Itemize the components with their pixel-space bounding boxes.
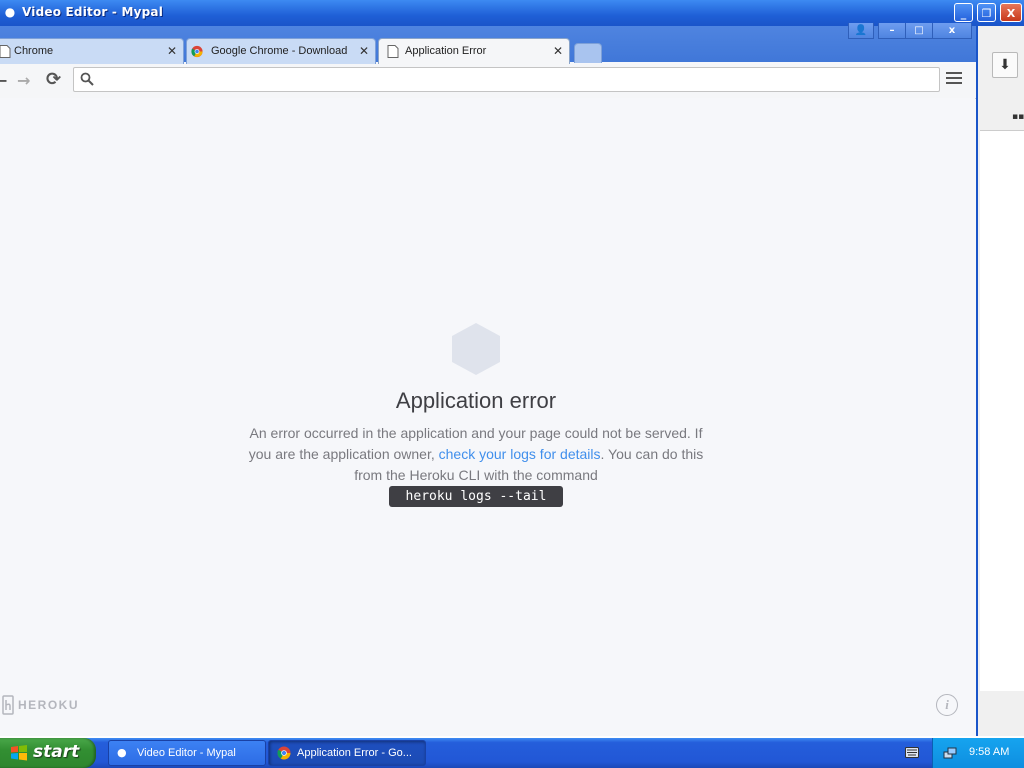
tab-strip: 👤 – □ x Chrome ✕ Google Chrome - Downloa…	[0, 23, 976, 64]
taskbar: start ● Video Editor - Mypal Application…	[0, 738, 1024, 768]
tab-close-icon[interactable]: ✕	[553, 44, 563, 58]
profile-button[interactable]: 👤	[848, 23, 874, 39]
tab-close-icon[interactable]: ✕	[359, 44, 369, 58]
keyboard-icon[interactable]	[905, 747, 919, 758]
cli-command: heroku logs --tail	[389, 486, 563, 507]
tab-application-error[interactable]: Application Error ✕	[378, 38, 570, 64]
tab-label: Google Chrome - Download t	[211, 45, 347, 57]
chrome-minimize-button[interactable]: –	[878, 23, 906, 39]
taskbar-item-label: Application Error - Go...	[297, 747, 412, 759]
logs-link[interactable]: check your logs for details	[439, 446, 601, 462]
window-restore-button[interactable]: ❐	[977, 3, 996, 22]
error-title: Application error	[395, 388, 557, 413]
omnibox[interactable]	[73, 67, 940, 92]
system-tray: 9:58 AM	[932, 738, 1024, 768]
window-title: Video Editor - Mypal	[22, 5, 164, 19]
network-icon[interactable]	[943, 746, 957, 760]
mypal-app-icon: ●	[4, 5, 16, 19]
search-icon	[80, 72, 94, 86]
tab-chrome[interactable]: Chrome ✕	[0, 38, 184, 64]
back-arrow-icon[interactable]: ←	[0, 71, 7, 90]
tab-label: Chrome	[14, 45, 54, 57]
page-icon	[0, 45, 11, 58]
tab-google-chrome-download[interactable]: Google Chrome - Download t ✕	[186, 38, 376, 64]
clock[interactable]: 9:58 AM	[969, 746, 1009, 758]
chrome-maximize-button[interactable]: □	[905, 23, 933, 39]
reload-icon[interactable]: ⟳	[46, 69, 61, 90]
window-close-button[interactable]: X	[1000, 3, 1022, 22]
chrome-close-button[interactable]: x	[932, 23, 972, 39]
chrome-menu-icon[interactable]	[946, 72, 962, 87]
tab-label: Application Error	[405, 45, 487, 57]
hexagon-icon	[452, 323, 500, 375]
browser-toolbar: ← → ⟳	[0, 64, 976, 99]
start-button[interactable]: start	[0, 738, 96, 768]
taskbar-item-application-error[interactable]: Application Error - Go...	[268, 740, 426, 766]
address-input[interactable]	[100, 70, 934, 90]
taskbar-item-label: Video Editor - Mypal	[137, 747, 236, 759]
chrome-logo-icon	[277, 746, 291, 760]
heroku-logo-icon	[2, 695, 14, 715]
heroku-brand[interactable]: HEROKU	[18, 698, 79, 712]
background-window-content	[980, 130, 1024, 691]
error-message: An error occurred in the application and…	[238, 423, 714, 486]
page-icon	[387, 45, 399, 58]
grip-icon: ▪▪	[1012, 112, 1024, 122]
chrome-window: 👤 – □ x Chrome ✕ Google Chrome - Downloa…	[0, 23, 976, 736]
tab-close-icon[interactable]: ✕	[167, 44, 177, 58]
taskbar-item-video-editor[interactable]: ● Video Editor - Mypal	[108, 740, 266, 766]
window-minimize-button[interactable]: _	[954, 3, 973, 22]
windows-flag-icon	[11, 745, 27, 761]
new-tab-button[interactable]	[574, 43, 602, 63]
forward-arrow-icon[interactable]: →	[17, 71, 30, 90]
chrome-logo-icon	[191, 45, 203, 58]
mypal-icon: ●	[117, 746, 127, 759]
background-window: ⬇ ▪▪	[976, 26, 1024, 736]
start-label: start	[33, 742, 80, 762]
download-arrow-icon[interactable]: ⬇	[992, 52, 1018, 78]
info-icon[interactable]: i	[936, 694, 958, 716]
page-content: Application error An error occurred in t…	[0, 98, 975, 736]
